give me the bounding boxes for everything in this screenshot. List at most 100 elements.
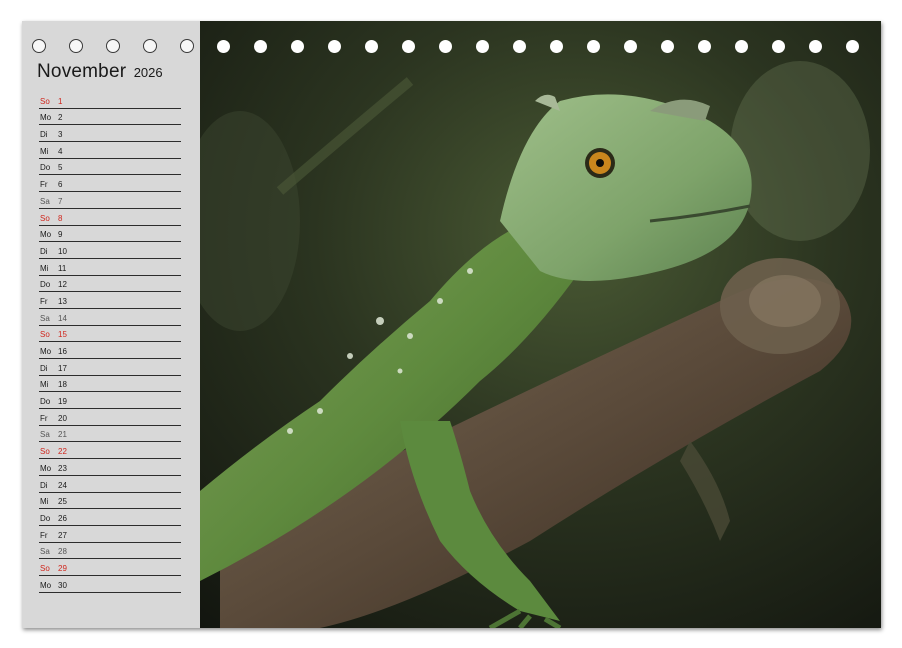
weekday-label: Mi [40, 263, 49, 273]
day-row: Di 10 [39, 242, 181, 259]
weekday-label: So [40, 563, 50, 573]
day-number: 18 [58, 380, 67, 390]
day-number: 29 [58, 563, 67, 573]
day-number: 6 [58, 180, 63, 190]
binding-hole [772, 40, 785, 53]
weekday-label: Di [40, 363, 48, 373]
binding-hole [439, 40, 452, 53]
day-number: 23 [58, 463, 67, 473]
weekday-label: So [40, 213, 50, 223]
weekday-label: Mo [40, 580, 52, 590]
day-number: 3 [58, 130, 63, 140]
binding-hole [698, 40, 711, 53]
binding-hole [254, 40, 267, 53]
day-row: Mo 23 [39, 459, 181, 476]
weekday-label: Sa [40, 547, 50, 557]
weekday-label: Mi [40, 146, 49, 156]
day-number: 20 [58, 413, 67, 423]
day-row: Sa 21 [39, 426, 181, 443]
day-row: Mo 2 [39, 109, 181, 126]
day-row: Fr 13 [39, 292, 181, 309]
day-number: 10 [58, 246, 67, 256]
binding-hole [365, 40, 378, 53]
day-row: Fr 6 [39, 175, 181, 193]
day-row: So 8 [39, 209, 181, 226]
day-number: 28 [58, 547, 67, 557]
binding-hole [809, 40, 822, 53]
day-list: So 1 Mo 2 Di 3 Mi 4 Do 5 Fr 6 Sa 7 So 8 Mo 9 Di 10 Mi 11 Do 12 F… [39, 92, 181, 593]
day-row: Di 17 [39, 359, 181, 376]
weekday-label: Mo [40, 463, 52, 473]
day-number: 1 [58, 96, 63, 106]
day-row: Di 3 [39, 125, 181, 143]
binding-hole [550, 40, 563, 53]
day-row: Mi 25 [39, 493, 181, 510]
weekday-label: So [40, 447, 50, 457]
day-row: Do 19 [39, 392, 181, 410]
day-row: Do 5 [39, 159, 181, 176]
binding-hole [476, 40, 489, 53]
day-row: So 29 [39, 559, 181, 576]
binding-hole [624, 40, 637, 53]
day-number: 24 [58, 480, 67, 490]
binding-hole [661, 40, 674, 53]
day-row: So 1 [39, 92, 181, 109]
binding-hole [735, 40, 748, 53]
background-leaf [730, 61, 870, 241]
weekday-label: Mo [40, 230, 52, 240]
binding-hole [180, 39, 194, 53]
calendar-page: November 2026 So 1 Mo 2 Di 3 Mi 4 Do 5 Fr 6 Sa 7 So 8 Mo… [0, 0, 902, 648]
weekday-label: Mi [40, 497, 49, 507]
weekday-label: Do [40, 163, 51, 173]
binding-hole [402, 40, 415, 53]
day-number: 12 [58, 280, 67, 290]
day-number: 21 [58, 430, 67, 440]
month-header: November 2026 [37, 61, 163, 83]
day-number: 13 [58, 296, 67, 306]
day-number: 19 [58, 397, 67, 407]
binding-hole [217, 40, 230, 53]
day-row: Sa 7 [39, 192, 181, 209]
binding-hole [846, 40, 859, 53]
weekday-label: Mo [40, 113, 52, 123]
day-row: Mo 30 [39, 576, 181, 593]
day-number: 22 [58, 447, 67, 457]
month-year: 2026 [133, 65, 163, 80]
weekday-label: Di [40, 130, 48, 140]
weekday-label: Sa [40, 313, 50, 323]
weekday-label: So [40, 330, 50, 340]
day-row: Sa 28 [39, 543, 181, 560]
calendar-sheet: November 2026 So 1 Mo 2 Di 3 Mi 4 Do 5 Fr 6 Sa 7 So 8 Mo… [22, 21, 881, 628]
day-number: 16 [58, 347, 67, 356]
binding-hole [69, 39, 83, 53]
binding-hole [32, 39, 46, 53]
day-row: Mo 16 [39, 342, 181, 359]
day-row: Mi 18 [39, 376, 181, 393]
day-row: Do 26 [39, 509, 181, 526]
binding-hole [587, 40, 600, 53]
day-row: Do 12 [39, 276, 181, 293]
day-row: Di 24 [39, 476, 181, 493]
day-number: 7 [58, 196, 63, 206]
weekday-label: Sa [40, 196, 50, 206]
day-row: Mi 4 [39, 142, 181, 159]
binding-hole [513, 40, 526, 53]
weekday-label: Fr [40, 296, 48, 306]
weekday-label: Fr [40, 180, 48, 190]
weekday-label: Di [40, 246, 48, 256]
day-number: 15 [58, 330, 67, 340]
day-number: 5 [58, 163, 63, 173]
binding-hole [328, 40, 341, 53]
day-row: Fr 27 [39, 526, 181, 543]
day-number: 8 [58, 213, 63, 223]
day-number: 9 [58, 230, 63, 240]
binding-hole [291, 40, 304, 53]
day-number: 2 [58, 113, 63, 123]
weekday-label: Do [40, 397, 51, 407]
weekday-label: Mo [40, 347, 52, 356]
weekday-label: Fr [40, 413, 48, 423]
weekday-label: Do [40, 280, 51, 290]
day-row: So 22 [39, 442, 181, 460]
day-number: 25 [58, 497, 67, 507]
day-number: 4 [58, 146, 63, 156]
